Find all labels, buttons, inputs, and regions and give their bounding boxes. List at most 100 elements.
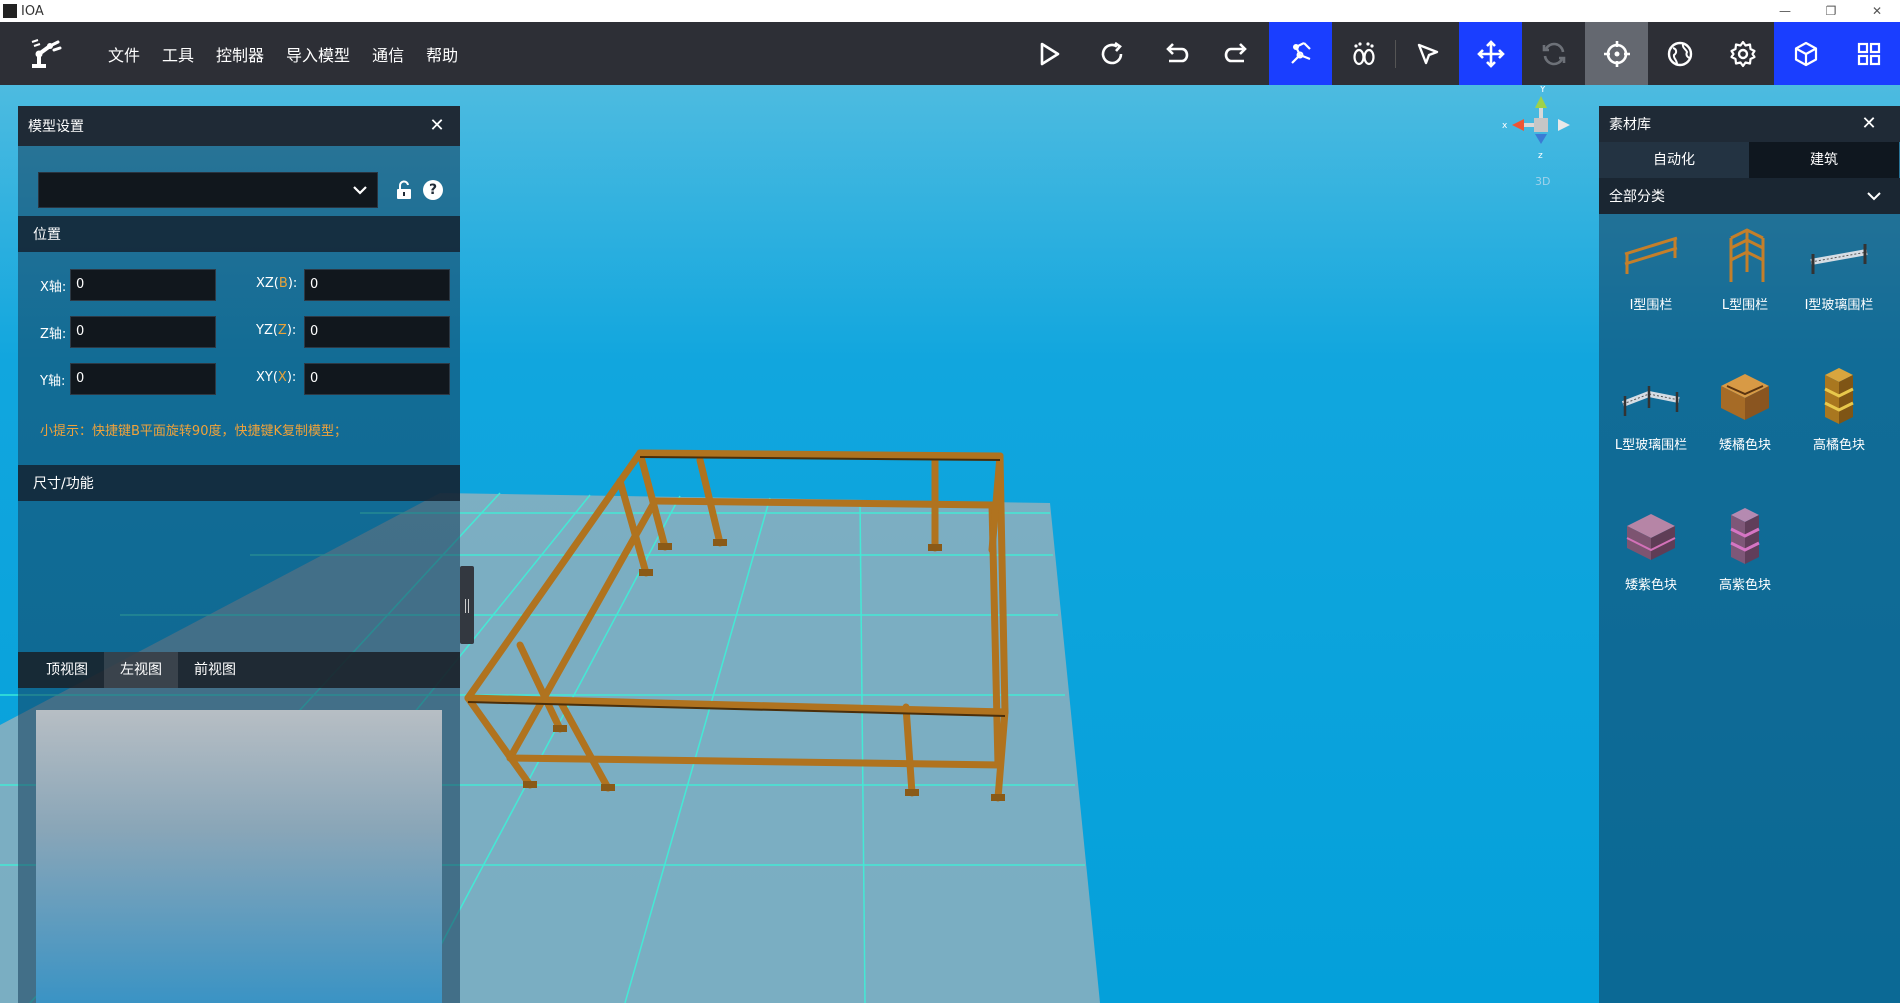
tall-orange-block-icon	[1824, 368, 1854, 424]
move-icon	[1476, 39, 1505, 68]
chevron-down-icon	[353, 186, 367, 195]
close-icon[interactable]: ✕	[1860, 115, 1878, 133]
category-label: 全部分类	[1609, 189, 1665, 205]
model-settings-panel: 模型设置 ✕ ? 位置 X轴: 0 XZ(B): 0 Z轴: 0 YZ(Z): …	[18, 106, 460, 1003]
l-glass-fence-icon	[1621, 386, 1680, 416]
redo-button[interactable]	[1206, 22, 1269, 85]
gizmo-y-label: Y	[1539, 86, 1546, 95]
panel-title: 模型设置	[28, 119, 84, 135]
y-axis-label: Y轴:	[40, 374, 66, 389]
gizmo-x-arrow	[1512, 119, 1524, 131]
cube-button[interactable]	[1774, 22, 1837, 85]
short-orange-block-icon	[1721, 374, 1769, 420]
gizmo-y-arrow	[1535, 96, 1547, 108]
x-axis-input[interactable]: 0	[70, 269, 216, 301]
move-button[interactable]	[1459, 22, 1522, 85]
close-icon[interactable]: ✕	[1854, 0, 1900, 22]
library-tabs: 自动化 建筑	[1599, 142, 1900, 178]
globe-button[interactable]	[1648, 22, 1711, 85]
settings-button[interactable]	[1711, 22, 1774, 85]
view-preview	[36, 710, 442, 1003]
close-icon[interactable]: ✕	[428, 117, 446, 135]
z-axis-input[interactable]: 0	[70, 316, 216, 348]
xz-rotation-input[interactable]: 0	[304, 269, 450, 301]
view-mode-label: 3D	[1535, 175, 1551, 188]
position-header-label: 位置	[33, 227, 61, 243]
yz-rotation-label: YZ(Z):	[256, 323, 297, 338]
view-tabs: 顶视图 左视图 前视图	[18, 652, 460, 688]
yz-rotation-input[interactable]: 0	[304, 316, 450, 348]
menu-controller[interactable]: 控制器	[216, 42, 264, 66]
grid-button[interactable]	[1837, 22, 1900, 85]
menu-import-model[interactable]: 导入模型	[286, 42, 350, 66]
crosshair-icon	[1603, 40, 1630, 67]
position-section-header: 位置	[18, 216, 460, 252]
main-menu: 文件 工具 控制器 导入模型 通信 帮助	[108, 22, 480, 85]
menu-communication[interactable]: 通信	[372, 42, 404, 66]
minimize-icon[interactable]: —	[1762, 0, 1808, 22]
size-function-label: 尺寸/功能	[33, 476, 94, 492]
tab-front-view[interactable]: 前视图	[178, 652, 252, 688]
restore-icon[interactable]: ❐	[1808, 0, 1854, 22]
asset-short-orange-block[interactable]: 矮橘色块	[1699, 356, 1791, 466]
tab-architecture[interactable]: 建筑	[1749, 142, 1899, 178]
asset-l-glass-fence[interactable]: L型玻璃围栏	[1605, 356, 1697, 466]
app-icon	[3, 4, 17, 18]
grid-icon	[1857, 42, 1880, 65]
xy-rotation-label: XY(X):	[256, 370, 297, 385]
menu-tools[interactable]: 工具	[162, 42, 194, 66]
crosshair-button[interactable]	[1585, 22, 1648, 85]
help-icon[interactable]: ?	[423, 180, 443, 200]
asset-i-glass-fence[interactable]: I型玻璃围栏	[1793, 216, 1885, 326]
robot-logo-icon	[31, 39, 62, 68]
redo-icon	[1224, 42, 1247, 62]
gizmo-x-label: x	[1502, 121, 1508, 131]
undo-button[interactable]	[1143, 22, 1206, 85]
robot-arm-button[interactable]	[1269, 22, 1332, 85]
menu-help[interactable]: 帮助	[426, 42, 458, 66]
settings-icon	[1729, 40, 1756, 67]
cube-icon	[1794, 41, 1817, 66]
select-pointer-icon	[1417, 43, 1438, 64]
asset-short-purple-block[interactable]: 矮紫色块	[1605, 496, 1697, 606]
size-function-section-header: 尺寸/功能	[18, 465, 460, 501]
tab-automation[interactable]: 自动化	[1599, 142, 1749, 178]
play-button[interactable]	[1017, 22, 1080, 85]
model-select[interactable]	[38, 172, 378, 208]
shortcut-tip: 小提示：快捷键B平面旋转90度，快捷键K复制模型；	[40, 424, 347, 439]
play-icon	[1040, 42, 1059, 65]
short-purple-block-icon	[1626, 514, 1676, 560]
select-pointer-button[interactable]	[1396, 22, 1459, 85]
xy-rotation-input[interactable]: 0	[304, 363, 450, 395]
rotate-icon	[1542, 42, 1565, 65]
menu-file[interactable]: 文件	[108, 42, 140, 66]
gizmo-z-label: z	[1538, 151, 1543, 161]
unlock-icon[interactable]	[394, 180, 414, 200]
gizmo-z-arrow	[1535, 134, 1547, 144]
material-library-panel: 素材库 ✕ 自动化 建筑 全部分类 I型围栏 L型围栏 I型玻璃围栏 L型玻璃围…	[1599, 106, 1900, 1003]
tool-buttons	[1017, 22, 1900, 85]
footprint-button[interactable]	[1332, 22, 1395, 85]
y-axis-input[interactable]: 0	[70, 363, 216, 395]
tall-purple-block-icon	[1730, 508, 1760, 564]
globe-icon	[1667, 41, 1692, 66]
footprint-icon	[1352, 41, 1375, 65]
asset-l-fence[interactable]: L型围栏	[1699, 216, 1791, 326]
i-fence-icon	[1624, 236, 1678, 274]
category-select[interactable]: 全部分类	[1599, 178, 1900, 214]
panel-resize-handle[interactable]	[460, 566, 474, 644]
l-fence-icon	[1729, 228, 1765, 282]
asset-tall-orange-block[interactable]: 高橘色块	[1793, 356, 1885, 466]
x-axis-label: X轴:	[40, 280, 67, 295]
rotate-button[interactable]	[1522, 22, 1585, 85]
main-toolbar: 文件 工具 控制器 导入模型 通信 帮助	[0, 22, 1900, 85]
refresh-icon	[1101, 41, 1122, 64]
asset-tall-purple-block[interactable]: 高紫色块	[1699, 496, 1791, 606]
chevron-down-icon	[1867, 192, 1881, 201]
asset-i-fence[interactable]: I型围栏	[1605, 216, 1697, 326]
tab-left-view[interactable]: 左视图	[104, 652, 178, 688]
refresh-button[interactable]	[1080, 22, 1143, 85]
robot-arm-icon	[1290, 41, 1311, 64]
tab-top-view[interactable]: 顶视图	[30, 652, 104, 688]
window-title: IOA	[21, 3, 44, 19]
